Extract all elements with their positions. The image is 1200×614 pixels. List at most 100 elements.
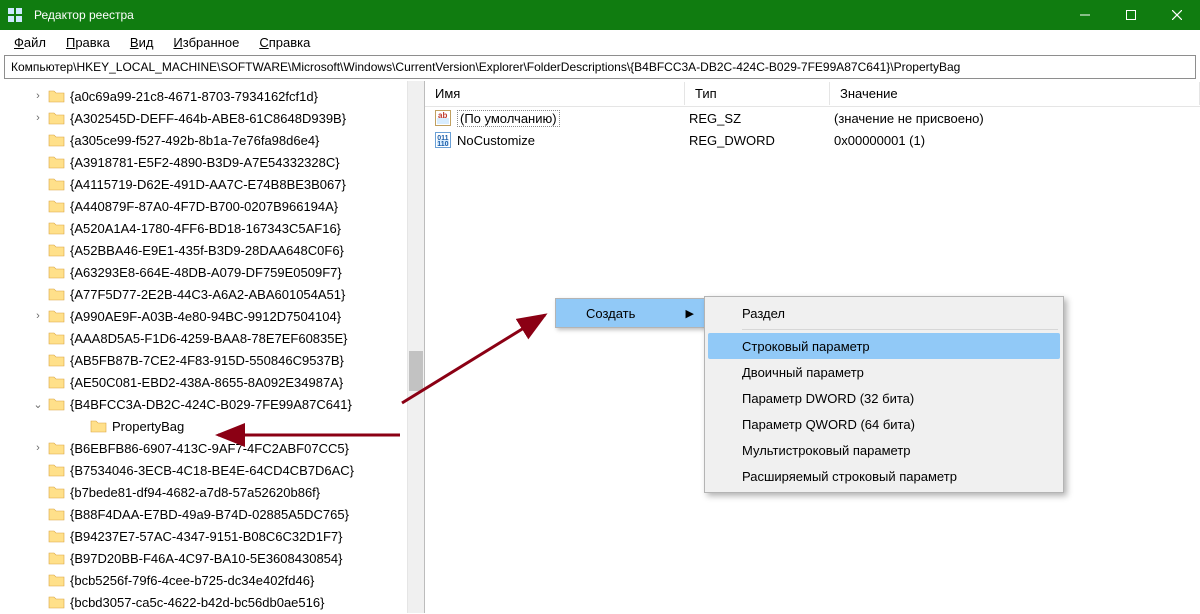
tree-item[interactable]: {a305ce99-f527-492b-8b1a-7e76fa98d6e4} — [0, 129, 424, 151]
window-controls — [1062, 0, 1200, 30]
tree-item[interactable]: {B88F4DAA-E7BD-49a9-B74D-02885A5DC765} — [0, 503, 424, 525]
tree-item-label: {B94237E7-57AC-4347-9151-B08C6C32D1F7} — [70, 529, 342, 544]
tree-item-label: {a0c69a99-21c8-4671-8703-7934162fcf1d} — [70, 89, 318, 104]
context-item-label: Параметр QWORD (64 бита) — [742, 417, 915, 432]
tree-item[interactable]: {AAA8D5A5-F1D6-4259-BAA8-78E7EF60835E} — [0, 327, 424, 349]
context-separator — [742, 329, 1058, 330]
context-item[interactable]: Строковый параметр — [708, 333, 1060, 359]
close-button[interactable] — [1154, 0, 1200, 30]
folder-icon — [48, 307, 66, 325]
scroll-thumb[interactable] — [409, 351, 423, 391]
chevron-right-icon[interactable]: › — [30, 110, 46, 126]
maximize-button[interactable] — [1108, 0, 1154, 30]
menu-favorites[interactable]: Избранное — [163, 33, 249, 52]
tree-item[interactable]: {A3918781-E5F2-4890-B3D9-A7E54332328C} — [0, 151, 424, 173]
tree-item[interactable]: ›{A302545D-DEFF-464b-ABE8-61C8648D939B} — [0, 107, 424, 129]
tree-scrollbar[interactable] — [407, 81, 424, 613]
col-type[interactable]: Тип — [685, 82, 830, 105]
dword-value-icon — [435, 132, 451, 148]
folder-icon — [48, 439, 66, 457]
string-value-icon — [435, 110, 451, 126]
tree-item[interactable]: {A4115719-D62E-491D-AA7C-E74B8BE3B067} — [0, 173, 424, 195]
folder-icon — [48, 241, 66, 259]
tree-item[interactable]: {bcb5256f-79f6-4cee-b725-dc34e402fd46} — [0, 569, 424, 591]
folder-icon — [48, 351, 66, 369]
address-bar[interactable]: Компьютер\HKEY_LOCAL_MACHINE\SOFTWARE\Mi… — [4, 55, 1196, 79]
folder-icon — [48, 329, 66, 347]
tree-item[interactable]: ⌄ {B4BFCC3A-DB2C-424C-B029-7FE99A87C641} — [0, 393, 424, 415]
context-item[interactable]: Раздел — [708, 300, 1060, 326]
app-icon — [0, 7, 30, 23]
tree-item[interactable]: {B7534046-3ECB-4C18-BE4E-64CD4CB7D6AC} — [0, 459, 424, 481]
tree-item-label: {A990AE9F-A03B-4e80-94BC-9912D7504104} — [70, 309, 341, 324]
folder-icon — [48, 527, 66, 545]
folder-icon — [48, 461, 66, 479]
menu-edit[interactable]: Правка — [56, 33, 120, 52]
col-value[interactable]: Значение — [830, 82, 1200, 105]
minimize-button[interactable] — [1062, 0, 1108, 30]
tree-item-label: {a305ce99-f527-492b-8b1a-7e76fa98d6e4} — [70, 133, 319, 148]
tree-item-label: {A440879F-87A0-4F7D-B700-0207B966194A} — [70, 199, 338, 214]
context-submenu-parent: Создать ▶ — [555, 298, 705, 328]
menu-file[interactable]: Файл — [4, 33, 56, 52]
tree-item[interactable]: › {A990AE9F-A03B-4e80-94BC-9912D7504104} — [0, 305, 424, 327]
tree-item-label: {A63293E8-664E-48DB-A079-DF759E0509F7} — [70, 265, 342, 280]
tree-item[interactable]: {AB5FB87B-7CE2-4F83-915D-550846C9537B} — [0, 349, 424, 371]
tree-item-label: {B4BFCC3A-DB2C-424C-B029-7FE99A87C641} — [70, 397, 352, 412]
value-data: (значение не присвоено) — [834, 111, 1200, 126]
value-data: 0x00000001 (1) — [834, 133, 1200, 148]
tree-item[interactable]: {AE50C081-EBD2-438A-8655-8A092E34987A} — [0, 371, 424, 393]
chevron-right-icon[interactable]: › — [30, 308, 46, 324]
tree-item[interactable]: PropertyBag — [0, 415, 424, 437]
context-item[interactable]: Мультистроковый параметр — [708, 437, 1060, 463]
context-item-label: Расширяемый строковый параметр — [742, 469, 957, 484]
address-text: Компьютер\HKEY_LOCAL_MACHINE\SOFTWARE\Mi… — [11, 60, 960, 74]
context-item[interactable]: Параметр QWORD (64 бита) — [708, 411, 1060, 437]
value-row[interactable]: NoCustomizeREG_DWORD0x00000001 (1) — [425, 129, 1200, 151]
menu-view[interactable]: Вид — [120, 33, 164, 52]
context-item-label: Параметр DWORD (32 бита) — [742, 391, 914, 406]
tree-item[interactable]: {A63293E8-664E-48DB-A079-DF759E0509F7} — [0, 261, 424, 283]
context-item-label: Строковый параметр — [742, 339, 870, 354]
menubar: Файл Правка Вид Избранное Справка — [0, 30, 1200, 54]
tree-item[interactable]: {A52BBA46-E9E1-435f-B3D9-28DAA648C0F6} — [0, 239, 424, 261]
tree-item[interactable]: › {a0c69a99-21c8-4671-8703-7934162fcf1d} — [0, 85, 424, 107]
chevron-right-icon[interactable]: › — [30, 440, 46, 456]
tree-item-label: {bcb5256f-79f6-4cee-b725-dc34e402fd46} — [70, 573, 314, 588]
tree-item-label: {A77F5D77-2E2B-44C3-A6A2-ABA601054A51} — [70, 287, 345, 302]
folder-icon — [48, 175, 66, 193]
tree-item-label: {bcbd3057-ca5c-4622-b42d-bc56db0ae516} — [70, 595, 324, 610]
chevron-right-icon[interactable]: › — [30, 88, 46, 104]
folder-icon — [48, 109, 66, 127]
tree-item-label: {AB5FB87B-7CE2-4F83-915D-550846C9537B} — [70, 353, 344, 368]
tree-item[interactable]: {A520A1A4-1780-4FF6-BD18-167343C5AF16} — [0, 217, 424, 239]
value-name: (По умолчанию) — [457, 111, 689, 126]
folder-icon — [90, 417, 108, 435]
context-menu: Раздел Строковый параметр Двоичный парамет… — [704, 296, 1064, 493]
value-row[interactable]: (По умолчанию)REG_SZ(значение не присвое… — [425, 107, 1200, 129]
tree-item[interactable]: {A77F5D77-2E2B-44C3-A6A2-ABA601054A51} — [0, 283, 424, 305]
tree-item-label: {b7bede81-df94-4682-a7d8-57a52620b86f} — [70, 485, 320, 500]
menu-help[interactable]: Справка — [249, 33, 320, 52]
folder-icon — [48, 395, 66, 413]
tree-item[interactable]: ›{B6EBFB86-6907-413C-9AF7-4FC2ABF07CC5} — [0, 437, 424, 459]
folder-icon — [48, 285, 66, 303]
folder-icon — [48, 131, 66, 149]
values-list[interactable]: (По умолчанию)REG_SZ(значение не присвое… — [425, 107, 1200, 151]
tree-item[interactable]: {bcbd3057-ca5c-4622-b42d-bc56db0ae516} — [0, 591, 424, 613]
tree-item-label: {AAA8D5A5-F1D6-4259-BAA8-78E7EF60835E} — [70, 331, 348, 346]
registry-tree[interactable]: ›{a0c69a99-21c8-4671-8703-7934162fcf1d}›… — [0, 81, 424, 613]
value-type: REG_SZ — [689, 111, 834, 126]
context-item[interactable]: Расширяемый строковый параметр — [708, 463, 1060, 489]
tree-item[interactable]: {A440879F-87A0-4F7D-B700-0207B966194A} — [0, 195, 424, 217]
context-item[interactable]: Параметр DWORD (32 бита) — [708, 385, 1060, 411]
context-create-label: Создать — [586, 306, 635, 321]
col-name[interactable]: Имя — [425, 82, 685, 105]
window-title: Редактор реестра — [30, 8, 1062, 22]
tree-item[interactable]: {B94237E7-57AC-4347-9151-B08C6C32D1F7} — [0, 525, 424, 547]
tree-item[interactable]: {B97D20BB-F46A-4C97-BA10-5E3608430854} — [0, 547, 424, 569]
context-item[interactable]: Двоичный параметр — [708, 359, 1060, 385]
context-create[interactable]: Создать ▶ — [556, 299, 704, 327]
tree-item[interactable]: {b7bede81-df94-4682-a7d8-57a52620b86f} — [0, 481, 424, 503]
chevron-down-icon[interactable]: ⌄ — [30, 396, 46, 412]
